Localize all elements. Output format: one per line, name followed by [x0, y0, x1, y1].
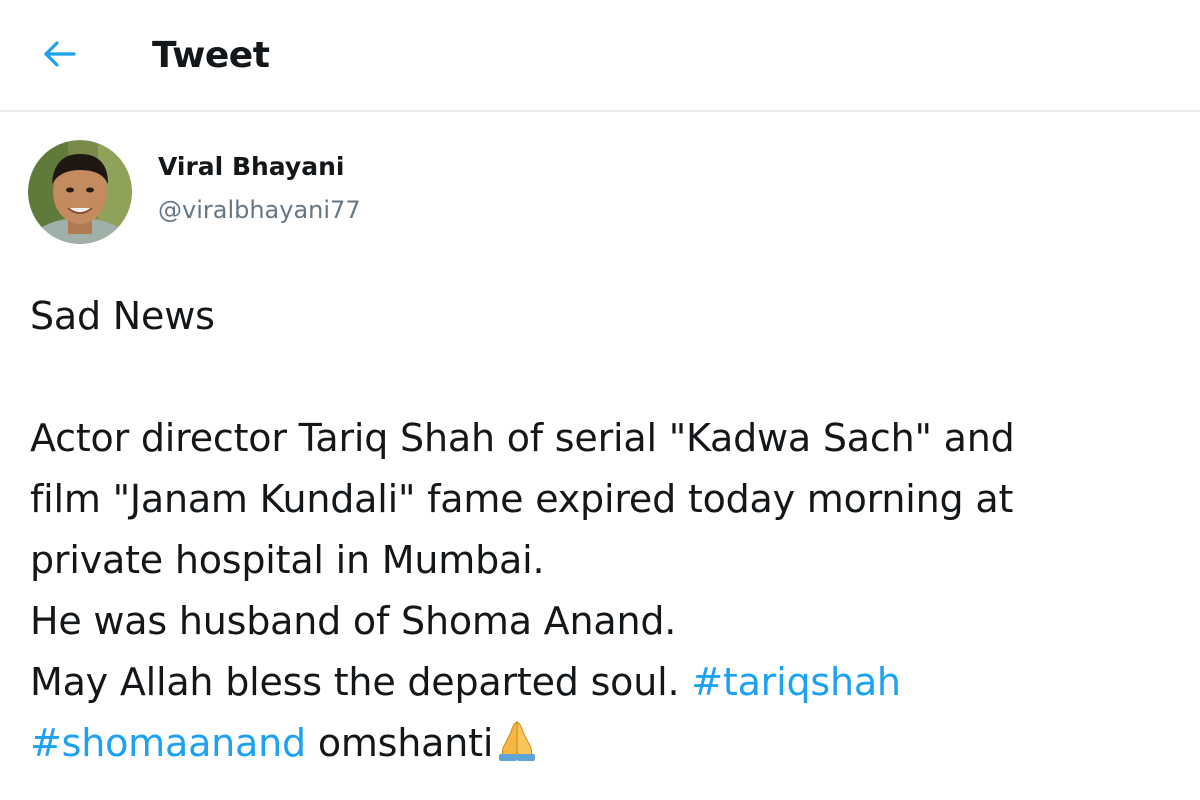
arrow-left-icon	[44, 41, 76, 67]
author-handle[interactable]: @viralbhayani77	[158, 194, 361, 226]
tweet-text: Sad News Actor director Tariq Shah of se…	[30, 286, 1190, 774]
tweet-line: May Allah bless the departed soul. #tari…	[30, 652, 1190, 713]
top-bar: Tweet	[0, 0, 1200, 112]
folded-hands-icon	[499, 721, 536, 761]
tweet-author: Viral Bhayani @viralbhayani77	[28, 140, 928, 250]
back-button[interactable]	[34, 28, 86, 80]
author-name[interactable]: Viral Bhayani	[158, 150, 344, 184]
tweet-headline: Sad News	[30, 294, 215, 338]
page-title: Tweet	[152, 35, 270, 76]
tweet-line: private hospital in Mumbai.	[30, 538, 545, 582]
tweet-line: He was husband of Shoma Anand.	[30, 599, 677, 643]
hashtag-link[interactable]: #shomaanand	[30, 721, 306, 765]
tweet-line-text: May Allah bless the departed soul.	[30, 660, 692, 704]
closing-text: omshanti	[305, 721, 494, 765]
tweet-line: #shomaanand omshanti	[30, 713, 1190, 774]
tweet-line: film "Janam Kundali" fame expired today …	[30, 477, 1014, 521]
avatar[interactable]	[28, 140, 132, 244]
hashtag-link[interactable]: #tariqshah	[691, 660, 901, 704]
tweet-line: Actor director Tariq Shah of serial "Kad…	[30, 416, 1015, 460]
